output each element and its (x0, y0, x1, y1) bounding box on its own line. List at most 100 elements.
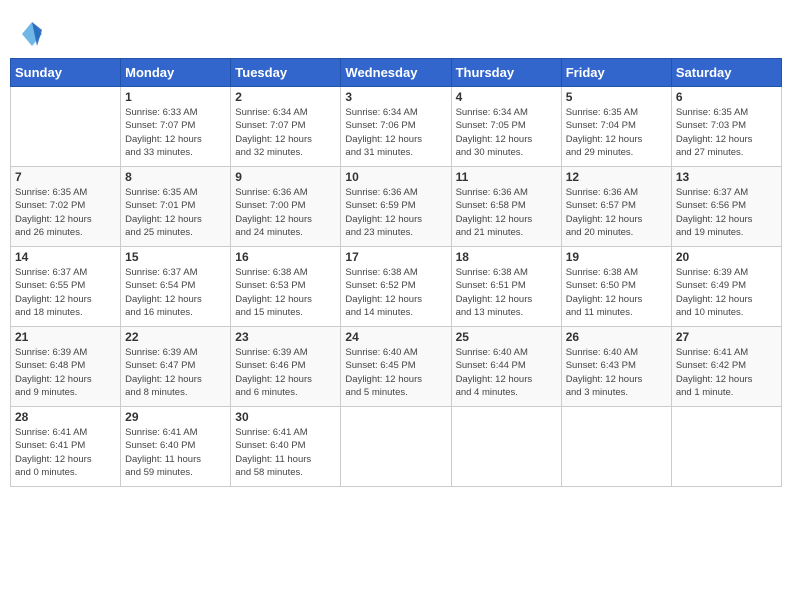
calendar-cell: 15 Sunrise: 6:37 AM Sunset: 6:54 PM Dayli… (121, 247, 231, 327)
day-info: Sunrise: 6:34 AM Sunset: 7:07 PM Dayligh… (235, 106, 336, 159)
calendar-cell: 9Sunrise: 6:36 AM Sunset: 7:00 PM Daylig… (231, 167, 341, 247)
weekday-header: Sunday (11, 59, 121, 87)
calendar-cell: 22Sunrise: 6:39 AM Sunset: 6:47 PM Dayli… (121, 327, 231, 407)
calendar-cell (11, 87, 121, 167)
day-number: 27 (676, 330, 777, 344)
day-number: 1 (125, 90, 226, 104)
day-info: Sunrise: 6:35 AM Sunset: 7:01 PM Dayligh… (125, 186, 226, 239)
day-info: Sunrise: 6:38 AM Sunset: 6:50 PM Dayligh… (566, 266, 667, 319)
day-number: 12 (566, 170, 667, 184)
calendar-week-row: 28Sunrise: 6:41 AM Sunset: 6:41 PM Dayli… (11, 407, 782, 487)
calendar-cell: 16 Sunrise: 6:38 AM Sunset: 6:53 PM Dayli… (231, 247, 341, 327)
calendar-cell: 1 Sunrise: 6:33 AM Sunset: 7:07 PM Daylig… (121, 87, 231, 167)
calendar-cell: 20Sunrise: 6:39 AM Sunset: 6:49 PM Dayli… (671, 247, 781, 327)
day-info: Sunrise: 6:40 AM Sunset: 6:45 PM Dayligh… (345, 346, 446, 399)
day-number: 24 (345, 330, 446, 344)
day-number: 18 (456, 250, 557, 264)
calendar-week-row: 1 Sunrise: 6:33 AM Sunset: 7:07 PM Daylig… (11, 87, 782, 167)
calendar-cell: 25 Sunrise: 6:40 AM Sunset: 6:44 PM Dayli… (451, 327, 561, 407)
day-info: Sunrise: 6:37 AM Sunset: 6:56 PM Dayligh… (676, 186, 777, 239)
day-number: 23 (235, 330, 336, 344)
calendar-cell: 12 Sunrise: 6:36 AM Sunset: 6:57 PM Dayli… (561, 167, 671, 247)
day-info: Sunrise: 6:39 AM Sunset: 6:47 PM Dayligh… (125, 346, 226, 399)
day-info: Sunrise: 6:41 AM Sunset: 6:40 PM Dayligh… (125, 426, 226, 479)
day-number: 30 (235, 410, 336, 424)
day-info: Sunrise: 6:34 AM Sunset: 7:06 PM Dayligh… (345, 106, 446, 159)
day-info: Sunrise: 6:34 AM Sunset: 7:05 PM Dayligh… (456, 106, 557, 159)
weekday-header: Tuesday (231, 59, 341, 87)
day-info: Sunrise: 6:37 AM Sunset: 6:54 PM Dayligh… (125, 266, 226, 319)
day-number: 19 (566, 250, 667, 264)
day-info: Sunrise: 6:39 AM Sunset: 6:46 PM Dayligh… (235, 346, 336, 399)
calendar-cell: 19 Sunrise: 6:38 AM Sunset: 6:50 PM Dayli… (561, 247, 671, 327)
calendar-cell: 29 Sunrise: 6:41 AM Sunset: 6:40 PM Dayli… (121, 407, 231, 487)
day-info: Sunrise: 6:40 AM Sunset: 6:43 PM Dayligh… (566, 346, 667, 399)
day-number: 26 (566, 330, 667, 344)
day-info: Sunrise: 6:38 AM Sunset: 6:52 PM Dayligh… (345, 266, 446, 319)
calendar-cell: 17 Sunrise: 6:38 AM Sunset: 6:52 PM Dayli… (341, 247, 451, 327)
day-number: 3 (345, 90, 446, 104)
weekday-header: Thursday (451, 59, 561, 87)
day-number: 11 (456, 170, 557, 184)
day-number: 17 (345, 250, 446, 264)
calendar-cell: 3 Sunrise: 6:34 AM Sunset: 7:06 PM Daylig… (341, 87, 451, 167)
weekday-header: Friday (561, 59, 671, 87)
day-number: 14 (15, 250, 116, 264)
calendar-cell: 14 Sunrise: 6:37 AM Sunset: 6:55 PM Dayli… (11, 247, 121, 327)
calendar-cell: 27 Sunrise: 6:41 AM Sunset: 6:42 PM Dayli… (671, 327, 781, 407)
weekday-header: Wednesday (341, 59, 451, 87)
logo-icon (22, 20, 42, 48)
calendar-cell (561, 407, 671, 487)
day-info: Sunrise: 6:41 AM Sunset: 6:40 PM Dayligh… (235, 426, 336, 479)
day-info: Sunrise: 6:35 AM Sunset: 7:04 PM Dayligh… (566, 106, 667, 159)
day-info: Sunrise: 6:35 AM Sunset: 7:02 PM Dayligh… (15, 186, 116, 239)
calendar-cell: 28Sunrise: 6:41 AM Sunset: 6:41 PM Dayli… (11, 407, 121, 487)
day-info: Sunrise: 6:36 AM Sunset: 7:00 PM Dayligh… (235, 186, 336, 239)
day-number: 8 (125, 170, 226, 184)
day-number: 5 (566, 90, 667, 104)
calendar-cell (341, 407, 451, 487)
calendar-header-row: SundayMondayTuesdayWednesdayThursdayFrid… (11, 59, 782, 87)
day-number: 28 (15, 410, 116, 424)
logo (20, 20, 48, 48)
calendar-cell: 8 Sunrise: 6:35 AM Sunset: 7:01 PM Daylig… (121, 167, 231, 247)
day-number: 29 (125, 410, 226, 424)
calendar-cell: 18 Sunrise: 6:38 AM Sunset: 6:51 PM Dayli… (451, 247, 561, 327)
calendar-week-row: 7 Sunrise: 6:35 AM Sunset: 7:02 PM Daylig… (11, 167, 782, 247)
calendar-cell: 30 Sunrise: 6:41 AM Sunset: 6:40 PM Dayli… (231, 407, 341, 487)
day-info: Sunrise: 6:35 AM Sunset: 7:03 PM Dayligh… (676, 106, 777, 159)
calendar-cell: 10 Sunrise: 6:36 AM Sunset: 6:59 PM Dayli… (341, 167, 451, 247)
calendar-cell: 5 Sunrise: 6:35 AM Sunset: 7:04 PM Daylig… (561, 87, 671, 167)
calendar-cell: 24 Sunrise: 6:40 AM Sunset: 6:45 PM Dayli… (341, 327, 451, 407)
weekday-header: Saturday (671, 59, 781, 87)
weekday-header: Monday (121, 59, 231, 87)
day-info: Sunrise: 6:37 AM Sunset: 6:55 PM Dayligh… (15, 266, 116, 319)
day-number: 4 (456, 90, 557, 104)
calendar-cell (451, 407, 561, 487)
day-number: 7 (15, 170, 116, 184)
calendar-cell: 7 Sunrise: 6:35 AM Sunset: 7:02 PM Daylig… (11, 167, 121, 247)
day-number: 21 (15, 330, 116, 344)
calendar-cell: 13Sunrise: 6:37 AM Sunset: 6:56 PM Dayli… (671, 167, 781, 247)
day-number: 2 (235, 90, 336, 104)
day-number: 6 (676, 90, 777, 104)
day-number: 25 (456, 330, 557, 344)
calendar-cell: 21Sunrise: 6:39 AM Sunset: 6:48 PM Dayli… (11, 327, 121, 407)
day-info: Sunrise: 6:38 AM Sunset: 6:51 PM Dayligh… (456, 266, 557, 319)
day-info: Sunrise: 6:39 AM Sunset: 6:49 PM Dayligh… (676, 266, 777, 319)
calendar-cell: 26 Sunrise: 6:40 AM Sunset: 6:43 PM Dayli… (561, 327, 671, 407)
day-info: Sunrise: 6:40 AM Sunset: 6:44 PM Dayligh… (456, 346, 557, 399)
day-number: 15 (125, 250, 226, 264)
day-info: Sunrise: 6:36 AM Sunset: 6:59 PM Dayligh… (345, 186, 446, 239)
calendar-cell: 6 Sunrise: 6:35 AM Sunset: 7:03 PM Daylig… (671, 87, 781, 167)
calendar-cell: 2 Sunrise: 6:34 AM Sunset: 7:07 PM Daylig… (231, 87, 341, 167)
day-info: Sunrise: 6:36 AM Sunset: 6:57 PM Dayligh… (566, 186, 667, 239)
day-number: 10 (345, 170, 446, 184)
calendar-cell: 4 Sunrise: 6:34 AM Sunset: 7:05 PM Daylig… (451, 87, 561, 167)
day-info: Sunrise: 6:33 AM Sunset: 7:07 PM Dayligh… (125, 106, 226, 159)
day-info: Sunrise: 6:41 AM Sunset: 6:42 PM Dayligh… (676, 346, 777, 399)
page-header (10, 10, 782, 53)
day-info: Sunrise: 6:38 AM Sunset: 6:53 PM Dayligh… (235, 266, 336, 319)
day-number: 16 (235, 250, 336, 264)
calendar-table: SundayMondayTuesdayWednesdayThursdayFrid… (10, 58, 782, 487)
